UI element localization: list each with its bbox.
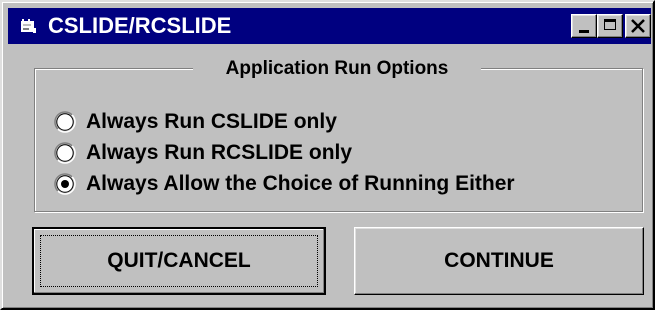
window-title: CSLIDE/RCSLIDE — [48, 13, 232, 38]
groupbox-label: Application Run Options — [193, 56, 481, 82]
radio-button-icon[interactable] — [54, 111, 76, 133]
continue-label: CONTINUE — [444, 249, 554, 272]
option-label: Always Run CSLIDE only — [86, 110, 337, 133]
option-label: Always Run RCSLIDE only — [86, 141, 353, 164]
radio-button-selected-icon[interactable] — [54, 173, 76, 195]
app-icon[interactable] — [18, 16, 38, 36]
close-button[interactable] — [625, 14, 651, 38]
maximize-button[interactable] — [597, 14, 623, 38]
continue-button[interactable]: CONTINUE — [354, 227, 644, 295]
close-icon — [631, 19, 645, 33]
maximize-icon — [604, 19, 616, 30]
quit-cancel-label: QUIT/CANCEL — [107, 249, 251, 272]
quit-cancel-button[interactable]: QUIT/CANCEL — [32, 227, 326, 295]
title-bar[interactable]: CSLIDE/RCSLIDE — [8, 8, 651, 44]
dialog-window: CSLIDE/RCSLIDE Application Run Options A… — [0, 0, 655, 310]
minimize-button[interactable] — [571, 14, 597, 38]
minimize-icon — [579, 30, 589, 33]
option-label: Always Allow the Choice of Running Eithe… — [86, 172, 515, 195]
radio-button-icon[interactable] — [54, 142, 76, 164]
